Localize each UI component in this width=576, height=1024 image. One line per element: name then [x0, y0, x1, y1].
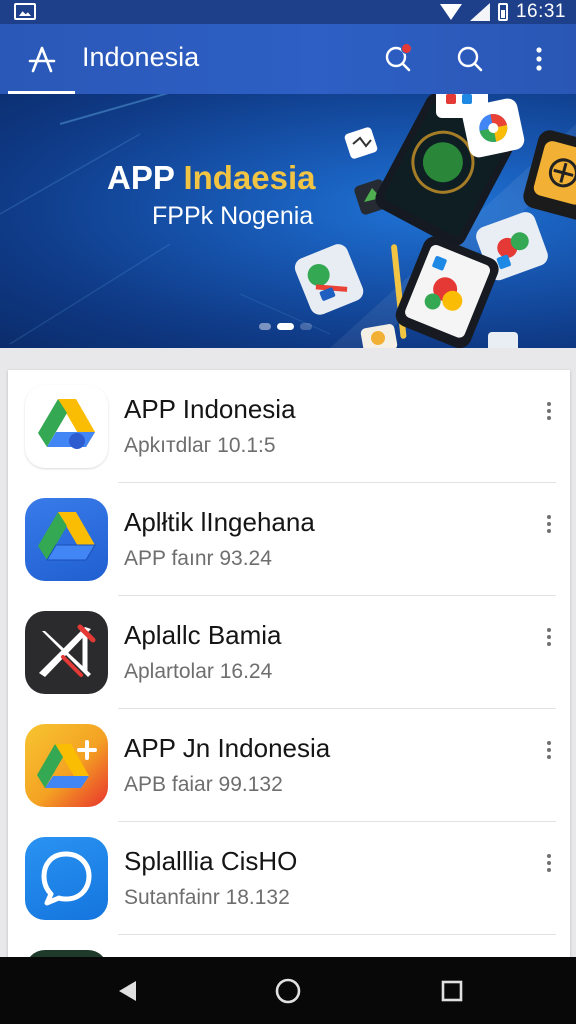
home-icon: [275, 978, 301, 1004]
chat-bubble-icon: [25, 837, 108, 920]
image-notification-icon: [14, 3, 36, 20]
back-button[interactable]: [106, 969, 150, 1013]
page-dot[interactable]: [300, 323, 312, 330]
app-meta: APB faiar 99.132: [124, 773, 283, 796]
app-name: Aplłtik lIngehana: [124, 507, 315, 537]
list-item[interactable]: Splalllia CisHO Sutanfainr 18.132: [8, 822, 570, 935]
app-name: Aplallc Bamia: [124, 620, 282, 650]
app-meta: APP faınr 93.24: [124, 547, 272, 570]
page-dot-active[interactable]: [277, 323, 294, 330]
banner-subline: FPPk Nogenia: [152, 202, 314, 230]
app-meta: Apkıтdlaг 10.1:5: [124, 434, 276, 457]
drive-triangle-icon: [25, 385, 108, 468]
app-bar: Indonesia: [0, 24, 576, 94]
app-list: APP Indonesia Apkıтdlaг 10.1:5 Aplłtik l…: [8, 370, 570, 970]
more-vert-icon[interactable]: [534, 735, 564, 765]
status-time: 16:31: [515, 1, 566, 22]
drive-triangle-blue-icon: [25, 498, 108, 581]
recents-icon: [441, 980, 463, 1002]
page-dot[interactable]: [259, 323, 271, 330]
screen: 16:31 Indonesia APP Indaesia FPPk Nogeni…: [0, 0, 576, 1024]
search-icon: [457, 46, 483, 72]
list-item[interactable]: Aplłtik lIngehana APP faınr 93.24: [8, 483, 570, 596]
battery-icon: [497, 3, 508, 21]
tile-chart-icon: [344, 127, 378, 159]
system-nav-bar: [0, 957, 576, 1024]
app-store-a-icon[interactable]: [8, 24, 75, 94]
signal-icon: [469, 3, 490, 21]
banner-headline-accent: Indaesia: [183, 159, 316, 196]
back-icon: [119, 981, 136, 1001]
home-button[interactable]: [266, 969, 310, 1013]
overflow-menu-button[interactable]: [518, 38, 560, 80]
more-vert-icon[interactable]: [534, 509, 564, 539]
x-cross-icon: [25, 611, 108, 694]
status-indicators: 16:31: [439, 0, 566, 24]
promo-banner[interactable]: APP Indaesia FPPk Nogenia: [0, 94, 576, 348]
drive-plus-icon: [25, 724, 108, 807]
app-meta: Sutanfainr 18.132: [124, 886, 290, 909]
list-item[interactable]: APP Jn Indonesia APB faiar 99.132: [8, 709, 570, 822]
app-name: APP Indonesia: [124, 394, 296, 424]
app-meta: Aplartolar 16.24: [124, 660, 273, 683]
banner-headline-part1: APP: [107, 159, 184, 196]
app-name: Splalllia CisHO: [124, 846, 298, 876]
more-vert-icon[interactable]: [534, 622, 564, 652]
list-item[interactable]: Aplallc Bamia Aplartolar 16.24: [8, 596, 570, 709]
page-title: Indonesia: [82, 42, 200, 72]
list-item[interactable]: APP Indonesia Apkıтdlaг 10.1:5: [8, 370, 570, 483]
recents-button[interactable]: [430, 969, 474, 1013]
search-button[interactable]: [449, 38, 491, 80]
notifications-button[interactable]: [377, 38, 419, 80]
banner-page-indicator: [259, 323, 312, 330]
more-vert-icon[interactable]: [534, 396, 564, 426]
status-bar: 16:31: [0, 0, 576, 24]
banner-headline: APP Indaesia: [107, 159, 316, 197]
wifi-icon: [439, 4, 462, 20]
notification-badge: [401, 43, 412, 54]
more-vert-icon[interactable]: [534, 848, 564, 878]
more-vert-icon: [536, 47, 542, 71]
app-name: APP Jn Indonesia: [124, 733, 331, 763]
